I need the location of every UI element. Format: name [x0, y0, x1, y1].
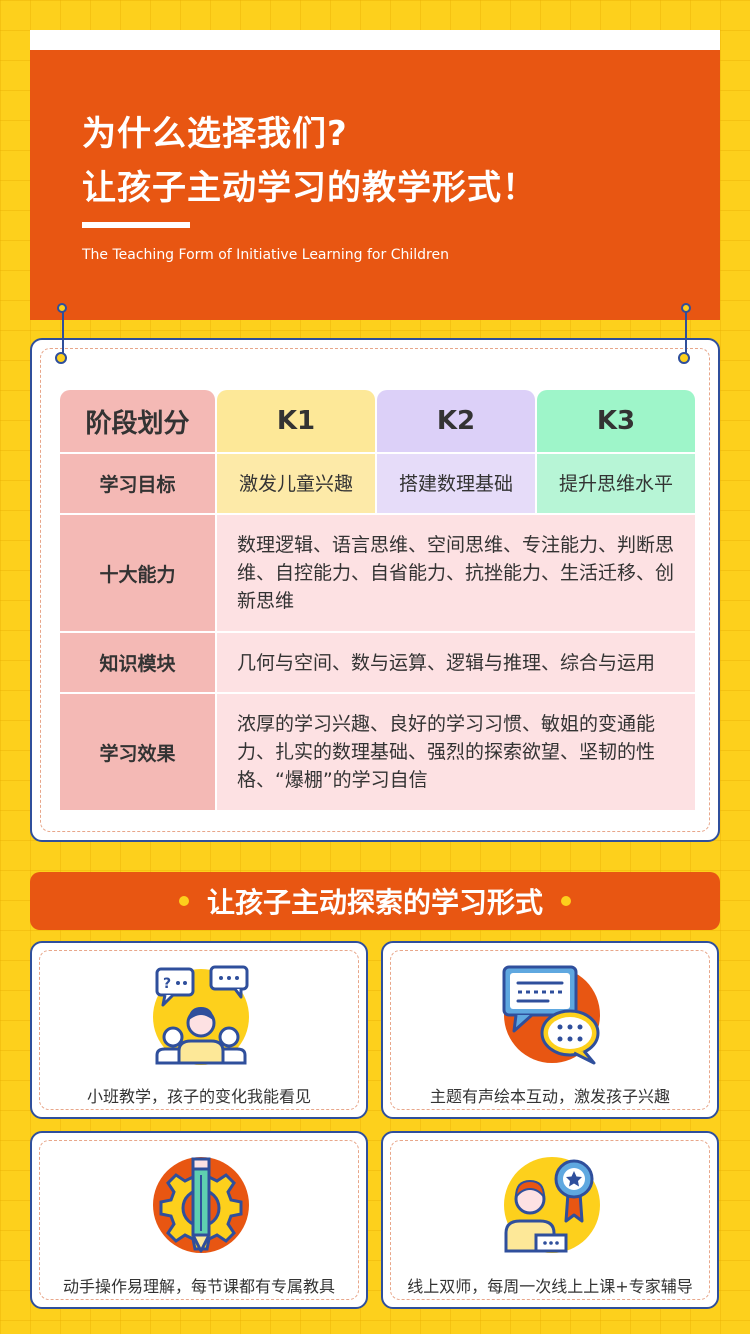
teacher-award-icon [504, 1157, 600, 1253]
chat-bubbles-icon [502, 965, 600, 1065]
feature-caption: 动手操作易理解，每节课都有专属教具 [62, 1277, 335, 1296]
svg-text:?: ? [163, 976, 171, 992]
section-title: 让孩子主动探索的学习形式 [206, 886, 543, 919]
row-label-effects: 学习效果 [60, 694, 215, 810]
header-k1: K1 [217, 390, 375, 452]
feature-card-hands-on: 动手操作易理解，每节课都有专属教具 [30, 1131, 368, 1309]
row-label-modules: 知识模块 [60, 633, 215, 692]
row-label-abilities: 十大能力 [60, 515, 215, 631]
hero-title-line2: 让孩子主动学习的教学形式！ [82, 168, 537, 208]
banner-dot-right [561, 896, 571, 906]
goal-k1: 激发儿童兴趣 [217, 454, 375, 513]
header-k2: K2 [377, 390, 535, 452]
small-class-icon: ? [153, 965, 249, 1065]
feature-caption: 线上双师，每周一次线上上课+专家辅导 [407, 1277, 693, 1296]
goal-k2: 搭建数理基础 [377, 454, 535, 513]
right-hanger-top-dot [681, 303, 691, 313]
hero-divider [82, 222, 190, 228]
right-hanger-dot [678, 352, 690, 364]
gear-pencil-icon [153, 1157, 249, 1253]
header-k3: K3 [537, 390, 695, 452]
hero-top-strip [30, 30, 720, 50]
banner-dot-left [178, 896, 189, 906]
curriculum-card: 阶段划分 K1 K2 K3 学习目标 激发儿童兴趣 搭建数理基础 提升思维水平 … [30, 338, 720, 842]
header-stage: 阶段划分 [60, 390, 215, 452]
hero-subtitle: The Teaching Form of Initiative Learning… [82, 247, 449, 263]
feature-card-small-class: ? 小班教学，孩子的变化我能看见 [30, 941, 368, 1119]
feature-card-picture-book: 主题有声绘本互动，激发孩子兴趣 [381, 941, 719, 1119]
hero-banner: 为什么选择我们? 让孩子主动学习的教学形式！ The Teaching Form… [30, 50, 720, 320]
goal-k3: 提升思维水平 [537, 454, 695, 513]
left-hanger-top-dot [57, 303, 67, 313]
hero-title-line1: 为什么选择我们? [82, 114, 348, 154]
feature-caption: 主题有声绘本互动，激发孩子兴趣 [429, 1087, 670, 1106]
feature-caption: 小班教学，孩子的变化我能看见 [86, 1087, 311, 1106]
modules-value: 几何与空间、数与运算、逻辑与推理、综合与运用 [217, 633, 695, 692]
feature-card-dual-teacher: 线上双师，每周一次线上上课+专家辅导 [381, 1131, 719, 1309]
section-banner: 让孩子主动探索的学习形式 [30, 872, 720, 930]
effects-value: 浓厚的学习兴趣、良好的学习习惯、敏姐的变通能力、扎实的数理基础、强烈的探索欲望、… [217, 694, 695, 810]
left-hanger-dot [55, 352, 67, 364]
abilities-value: 数理逻辑、语言思维、空间思维、专注能力、判断思维、自控能力、自省能力、抗挫能力、… [217, 515, 695, 631]
row-label-goals: 学习目标 [60, 454, 215, 513]
